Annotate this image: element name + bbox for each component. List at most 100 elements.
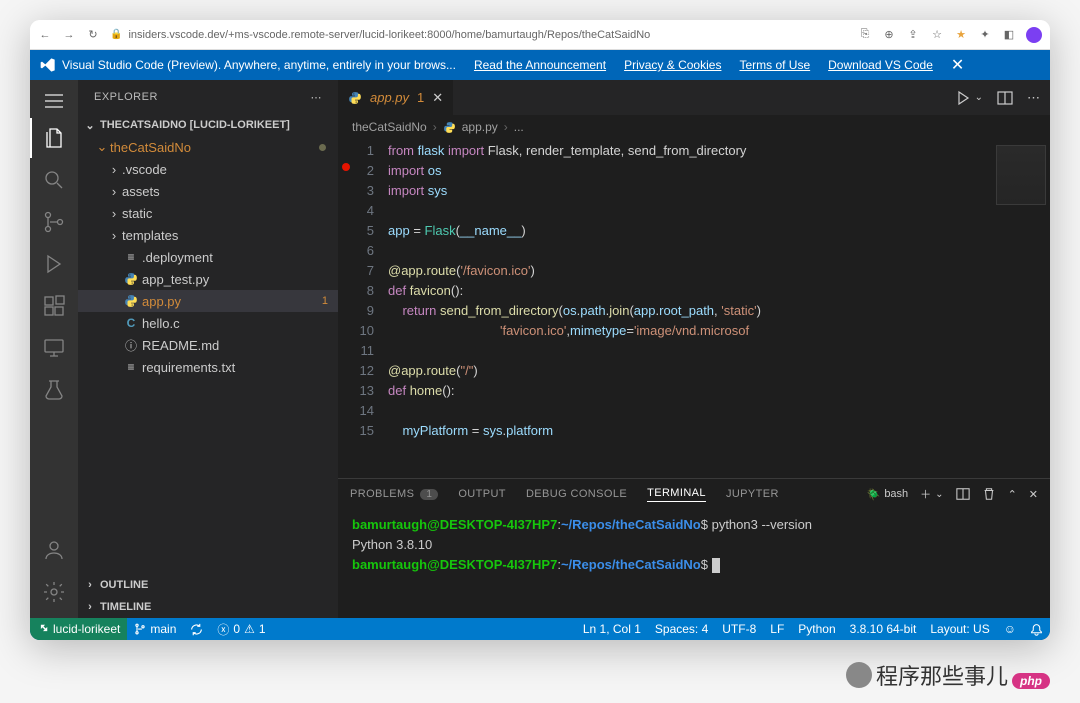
cursor-position[interactable]: Ln 1, Col 1 [576, 618, 648, 640]
notifications-icon[interactable] [1023, 618, 1050, 640]
workspace-section[interactable]: ⌄ THECATSAIDNO [LUCID-LORIKEET] [78, 114, 338, 136]
file-item[interactable]: ≡.deployment [78, 246, 338, 268]
file-item-active[interactable]: app.py1 [78, 290, 338, 312]
announcement-banner: Visual Studio Code (Preview). Anywhere, … [30, 50, 1050, 80]
file-item[interactable]: Chello.c [78, 312, 338, 334]
python-file-icon [122, 272, 140, 286]
search-activity-icon[interactable] [30, 160, 78, 200]
banner-link-announcement[interactable]: Read the Announcement [474, 58, 606, 72]
kill-terminal-icon[interactable] [982, 487, 996, 501]
code-body[interactable]: from flask import Flask, render_template… [388, 139, 990, 478]
remote-indicator[interactable]: lucid-lorikeet [30, 618, 127, 640]
browser-actions: ⎘ ⊕ ⇪ ☆ ★ ✦ ◧ [858, 27, 1042, 43]
vscode-app: Visual Studio Code (Preview). Anywhere, … [30, 50, 1050, 640]
file-item[interactable]: app_test.py [78, 268, 338, 290]
panel-tabs: PROBLEMS1 OUTPUT DEBUG CONSOLE TERMINAL … [338, 479, 1050, 509]
panel-tab-debug[interactable]: DEBUG CONSOLE [526, 488, 627, 500]
reload-icon[interactable]: ↻ [86, 28, 100, 41]
folder-item[interactable]: ›.vscode [78, 158, 338, 180]
terminal-chevron-icon[interactable]: ⌄ [935, 489, 943, 500]
chevron-down-icon: ⌄ [84, 119, 96, 132]
panel-actions: 🪲bash ＋ ⌄ ⌃ ✕ [867, 486, 1038, 502]
forward-icon[interactable]: → [62, 29, 76, 41]
stop-icon[interactable]: ◧ [1002, 28, 1016, 41]
outline-section[interactable]: ›OUTLINE [78, 574, 338, 596]
folder-item[interactable]: ›assets [78, 180, 338, 202]
terminal-cursor [712, 558, 720, 573]
testing-icon[interactable] [30, 370, 78, 410]
terminal-body[interactable]: bamurtaugh@DESKTOP-4I37HP7:~/Repos/theCa… [338, 509, 1050, 618]
url-bar[interactable]: 🔒 insiders.vscode.dev/+ms-vscode.remote-… [110, 29, 848, 41]
remote-explorer-icon[interactable] [30, 328, 78, 368]
banner-link-download[interactable]: Download VS Code [828, 58, 933, 72]
profile-avatar[interactable] [1026, 27, 1042, 43]
banner-close-icon[interactable]: ✕ [951, 55, 964, 75]
eol[interactable]: LF [763, 618, 791, 640]
encoding[interactable]: UTF-8 [715, 618, 763, 640]
warning-icon: ⚠ [244, 622, 255, 636]
breadcrumbs[interactable]: theCatSaidNo › app.py › ... [338, 115, 1050, 139]
folder-root[interactable]: ⌄ theCatSaidNo [78, 136, 338, 158]
accounts-icon[interactable] [30, 530, 78, 570]
git-badge: 1 [322, 295, 328, 307]
search-icon[interactable]: ⊕ [882, 28, 896, 41]
sync-button[interactable] [183, 618, 210, 640]
banner-link-terms[interactable]: Terms of Use [739, 58, 810, 72]
php-badge: php [1012, 673, 1050, 689]
code-area[interactable]: 123456789101112131415 from flask import … [338, 139, 1050, 478]
minimap-viewport[interactable] [996, 145, 1046, 205]
chevron-right-icon: › [84, 579, 96, 591]
extensions-activity-icon[interactable] [30, 286, 78, 326]
interpreter[interactable]: 3.8.10 64-bit [843, 618, 924, 640]
keyboard-layout[interactable]: Layout: US [923, 618, 996, 640]
timeline-section[interactable]: ›TIMELINE [78, 596, 338, 618]
tab-badge: 1 [417, 90, 424, 105]
panel-tab-jupyter[interactable]: JUPYTER [726, 488, 779, 500]
c-file-icon: C [122, 316, 140, 330]
file-item[interactable]: ≡requirements.txt [78, 356, 338, 378]
chevron-right-icon: › [84, 601, 96, 613]
sidebar-more-icon[interactable]: ⋯ [311, 91, 323, 104]
folder-item[interactable]: ›static [78, 202, 338, 224]
install-icon[interactable]: ⎘ [858, 28, 872, 41]
panel-tab-terminal[interactable]: TERMINAL [647, 487, 706, 502]
panel-tab-problems[interactable]: PROBLEMS1 [350, 488, 438, 500]
chevron-right-icon: › [108, 228, 120, 243]
minimap[interactable] [990, 139, 1050, 478]
problems-status[interactable]: ⓧ0 ⚠1 [210, 618, 272, 640]
extensions-icon[interactable]: ✦ [978, 28, 992, 41]
chevron-right-icon: › [504, 120, 508, 134]
banner-link-privacy[interactable]: Privacy & Cookies [624, 58, 721, 72]
folder-item[interactable]: ›templates [78, 224, 338, 246]
sync-icon [190, 623, 203, 636]
source-control-icon[interactable] [30, 202, 78, 242]
back-icon[interactable]: ← [38, 29, 52, 41]
favorites-icon[interactable]: ★ [954, 28, 968, 41]
branch-icon [134, 623, 146, 635]
file-item[interactable]: ⓘREADME.md [78, 334, 338, 356]
close-panel-icon[interactable]: ✕ [1029, 488, 1038, 501]
settings-gear-icon[interactable] [30, 572, 78, 612]
split-terminal-icon[interactable] [956, 487, 970, 501]
run-icon[interactable] [955, 90, 971, 106]
menu-icon[interactable] [30, 84, 78, 118]
breakpoint-icon[interactable] [342, 163, 350, 171]
maximize-panel-icon[interactable]: ⌃ [1008, 488, 1017, 501]
git-branch[interactable]: main [127, 618, 183, 640]
info-file-icon: ⓘ [122, 337, 140, 354]
run-chevron-icon[interactable]: ⌄ [975, 92, 983, 103]
split-editor-icon[interactable] [997, 90, 1013, 106]
panel-tab-output[interactable]: OUTPUT [458, 488, 506, 500]
shell-selector[interactable]: 🪲bash [867, 488, 909, 501]
indentation[interactable]: Spaces: 4 [648, 618, 715, 640]
bookmark-icon[interactable]: ☆ [930, 28, 944, 41]
editor-more-icon[interactable]: ⋯ [1027, 90, 1040, 106]
tab-app-py[interactable]: app.py 1 ✕ [338, 80, 454, 115]
run-debug-icon[interactable] [30, 244, 78, 284]
language-mode[interactable]: Python [791, 618, 842, 640]
new-terminal-icon[interactable]: ＋ [920, 486, 931, 502]
feedback-icon[interactable]: ☺ [997, 618, 1023, 640]
explorer-icon[interactable] [30, 118, 78, 158]
tab-close-icon[interactable]: ✕ [432, 90, 443, 106]
share-icon[interactable]: ⇪ [906, 28, 920, 41]
